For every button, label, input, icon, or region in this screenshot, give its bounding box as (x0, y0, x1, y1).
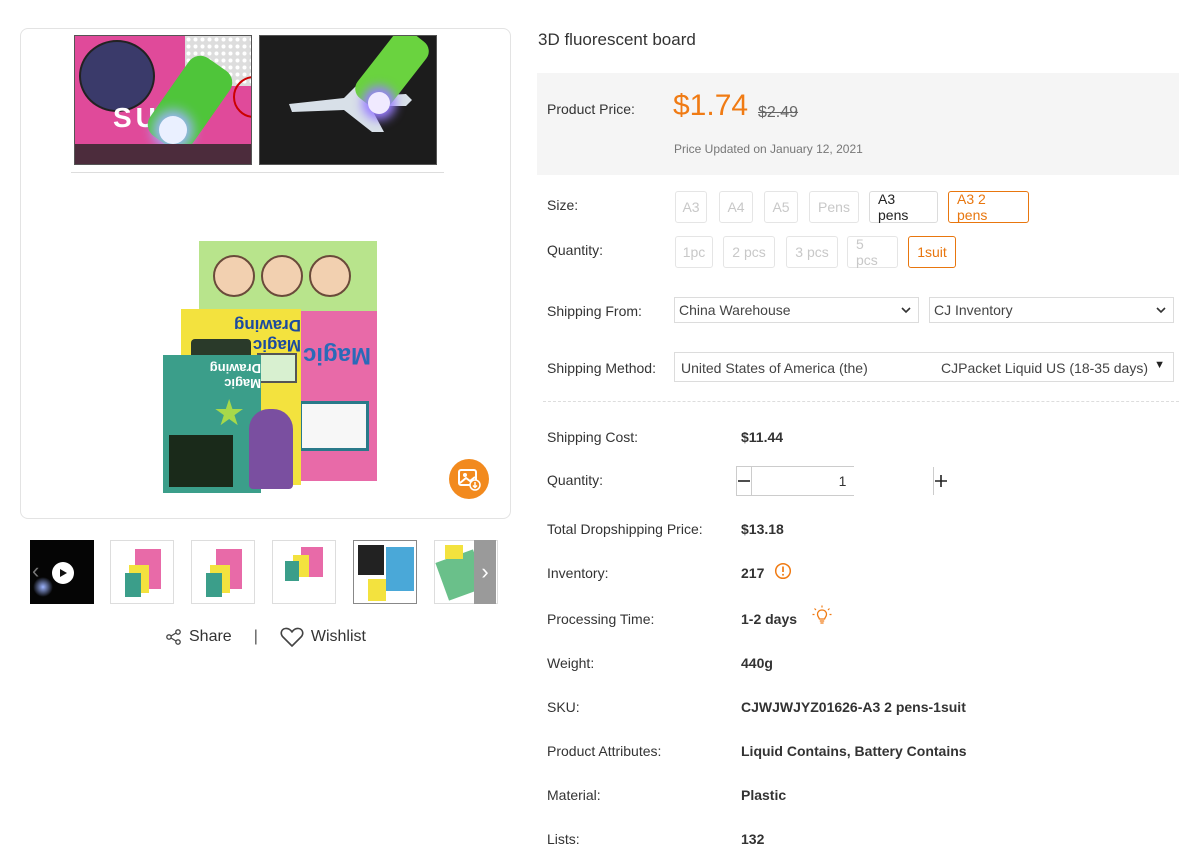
quantity-stepper (736, 466, 947, 496)
section-divider (543, 401, 1179, 402)
quantity-label: Quantity: (547, 472, 604, 488)
thumbnail-strip: ‹ › (30, 540, 498, 604)
shipping-from-value: China Warehouse (679, 302, 791, 318)
save-image-button[interactable] (449, 459, 489, 499)
chevron-left-icon[interactable]: ‹ (32, 560, 39, 582)
size-option-a5[interactable]: A5 (764, 191, 798, 223)
thumbnail-video[interactable] (30, 540, 94, 604)
lists-label: Lists: (547, 831, 580, 847)
wishlist-button[interactable]: Wishlist (280, 626, 366, 648)
material-label: Material: (547, 787, 601, 803)
social-separator: | (253, 628, 258, 645)
shipping-cost-value: $11.44 (741, 429, 784, 445)
shipping-cost-label: Shipping Cost: (547, 429, 639, 445)
shipping-from-label: Shipping From: (547, 303, 642, 319)
size-option-a4[interactable]: A4 (719, 191, 753, 223)
play-icon[interactable] (52, 562, 74, 584)
quantity-increment-button[interactable] (933, 467, 948, 495)
quantity-decrement-button[interactable] (737, 467, 752, 495)
lists-value: 132 (741, 831, 765, 847)
processing-time-value: 1-2 days (741, 611, 798, 627)
product-attributes-label: Product Attributes: (547, 743, 662, 759)
wishlist-label: Wishlist (310, 628, 366, 645)
quantity-option-1pc[interactable]: 1pc (675, 236, 713, 268)
warning-icon[interactable] (774, 562, 792, 580)
product-title: 3D fluorescent board (538, 30, 696, 49)
size-option-a3[interactable]: A3 (675, 191, 707, 223)
product-box-small: Magic Drawing ★ (163, 355, 261, 493)
inventory-label: Inventory: (547, 565, 609, 581)
total-price-value: $13.18 (741, 521, 784, 537)
inventory-source-value: CJ Inventory (934, 302, 1013, 318)
quantity-option-2pcs[interactable]: 2 pcs (723, 236, 775, 268)
inventory-value: 217 (741, 565, 765, 581)
total-price-label: Total Dropshipping Price: (547, 521, 703, 537)
sku-label: SKU: (547, 699, 580, 715)
material-value: Plastic (741, 787, 787, 803)
shipping-method-label: Shipping Method: (547, 360, 656, 376)
thumbnail-image[interactable] (272, 540, 336, 604)
chevron-down-icon (901, 307, 911, 314)
social-actions: Share | Wishlist (165, 626, 366, 648)
share-button[interactable]: Share (165, 628, 232, 646)
price-box: Product Price: $1.74 $2.49 Price Updated… (537, 73, 1179, 175)
size-option-a3-2-pens[interactable]: A3 2 pens (948, 191, 1029, 223)
chevron-right-icon[interactable]: › (474, 540, 496, 604)
quantity-option-3pcs[interactable]: 3 pcs (786, 236, 838, 268)
price-label: Product Price: (547, 101, 635, 117)
price-current: $1.74 (673, 89, 749, 122)
heart-icon (280, 627, 304, 647)
shipping-carrier-value: CJPacket Liquid US (18-35 days) (941, 360, 1148, 376)
weight-label: Weight: (547, 655, 595, 671)
quantity-input[interactable] (752, 467, 933, 495)
thumbnail-image[interactable] (191, 540, 255, 604)
inventory-source-select[interactable]: CJ Inventory (929, 297, 1174, 323)
price-original: $2.49 (758, 104, 799, 121)
share-icon (166, 629, 181, 645)
quantity-variant-label: Quantity: (547, 242, 604, 258)
share-label: Share (189, 628, 232, 645)
shipping-from-select[interactable]: China Warehouse (674, 297, 919, 323)
quantity-option-5pcs[interactable]: 5 pcs (847, 236, 898, 268)
save-image-icon (458, 469, 481, 491)
sku-value: CJWJWJYZ01626-A3 2 pens-1suit (741, 699, 966, 715)
minus-icon (738, 480, 750, 482)
product-attributes-value: Liquid Contains, Battery Contains (741, 743, 967, 759)
caret-down-icon: ▼ (1154, 359, 1165, 371)
main-product-image[interactable]: SU Magic Magic Drawing Magic Drawing ★ (20, 28, 511, 519)
thumbnail-image[interactable] (110, 540, 174, 604)
price-updated-note: Price Updated on January 12, 2021 (674, 142, 863, 156)
processing-time-label: Processing Time: (547, 611, 655, 627)
size-label: Size: (547, 197, 579, 213)
quantity-option-1suit[interactable]: 1suit (908, 236, 956, 268)
thumbnail-image[interactable] (353, 540, 417, 604)
shipping-country-value: United States of America (the) (681, 360, 868, 376)
weight-value: 440g (741, 655, 773, 671)
plus-icon (935, 475, 947, 487)
product-photo-airplane-drawing (259, 35, 437, 165)
chevron-down-icon (1156, 307, 1166, 314)
shipping-method-select[interactable]: United States of America (the) CJPacket … (674, 352, 1174, 382)
size-option-a3-pens[interactable]: A3 pens (869, 191, 938, 223)
product-photo-pen-closeup: SU (74, 35, 252, 165)
lightbulb-icon[interactable] (811, 604, 833, 626)
size-option-pens[interactable]: Pens (809, 191, 859, 223)
